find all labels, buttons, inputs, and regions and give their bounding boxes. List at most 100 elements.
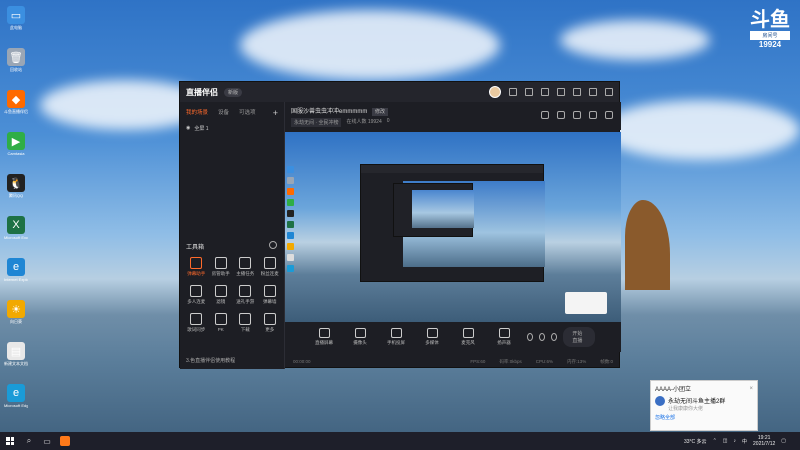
ignore-all-link[interactable]: 忽略全部 [651, 412, 757, 423]
live-settings-icon[interactable] [539, 333, 546, 341]
start-button[interactable] [0, 432, 20, 450]
nested-app-window [360, 164, 545, 282]
status-item: 码率:0kbps [499, 358, 522, 364]
screen-button[interactable]: 直播屏幕 [311, 328, 337, 346]
desktop-icon[interactable]: XMicrosoft Excel [4, 216, 28, 240]
chat-notification[interactable]: AAAA-小团立 × 永劫无间斗鱼主播2群 让我康康你大佬 忽略全部 [650, 380, 758, 431]
toolbox-item[interactable]: PK [209, 313, 234, 333]
watermark-room: 19924 [758, 40, 782, 49]
weather-label[interactable]: 33°C 多云 [684, 438, 707, 445]
desktop-icon[interactable]: ☀ 向日葵 [4, 300, 28, 325]
control-label: 直播屏幕 [315, 340, 333, 345]
task-view-icon[interactable]: ▭ [38, 432, 56, 450]
notification-close-icon[interactable]: × [749, 386, 753, 392]
toolbox-item[interactable]: 粉丝连麦 [258, 257, 283, 277]
status-item: 帧数:0 [600, 358, 613, 364]
toolbox-item[interactable]: 更多 [258, 313, 283, 333]
add-scene-button[interactable]: + [273, 108, 278, 118]
record-icon[interactable] [541, 111, 549, 119]
edit-title-button[interactable]: 修改 [372, 108, 389, 116]
tool-icon [239, 257, 252, 269]
speaker-icon [498, 328, 510, 338]
control-label: 手机投屏 [387, 340, 405, 345]
scene-item[interactable]: ◉ 全屏 1 [180, 121, 284, 136]
tutorial-notice[interactable]: 3.色直播伴侣使用教程 [186, 357, 235, 364]
tab-options[interactable]: 可选项 [239, 108, 256, 118]
desktop-icon[interactable]: ▤ 新建文本文档 [4, 342, 28, 367]
minimize-icon[interactable] [573, 88, 581, 96]
notification-center-icon[interactable]: ▢ [781, 438, 786, 444]
desktop-icon[interactable]: ▶ Camtasia [4, 132, 28, 156]
toolbox-help-icon[interactable] [269, 241, 277, 249]
ime-indicator[interactable]: 中 [742, 438, 747, 445]
desktop-icon[interactable]: 🐧 腾讯QQ [4, 174, 28, 199]
toolbox-item[interactable]: 主播任务 [233, 257, 258, 277]
streaming-app-window: 直播伴侣 新版 我的场景 设备 可选项 + ◉ 全屏 1 工具箱 弹幕助手 房管助… [179, 81, 621, 369]
volume-icon[interactable]: ♪ [734, 438, 737, 444]
preview-desktop-icons [285, 162, 297, 312]
close-icon[interactable] [605, 88, 613, 96]
toolbox-item[interactable]: 房管助手 [209, 257, 234, 277]
camera-button[interactable]: 摄像头 [347, 328, 373, 346]
speaker-button[interactable]: 扬声器 [491, 328, 517, 346]
record-toggle-icon[interactable] [527, 333, 534, 341]
version-badge[interactable]: 新版 [224, 87, 243, 97]
toolbox-item[interactable]: 歌词同步 [184, 313, 209, 333]
toolbox-item[interactable]: 弹幕助手 [184, 257, 209, 277]
desktop-icon[interactable]: ◆ 斗鱼直播伴侣 [4, 90, 28, 115]
search-icon[interactable]: ⌕ [20, 432, 38, 450]
tray-arrow-icon[interactable]: ⌃ [713, 438, 717, 444]
phone-cast-button[interactable]: 手机投屏 [383, 328, 409, 346]
desktop-icon[interactable]: eInternet Explorer [4, 258, 28, 282]
toolbox-item[interactable]: 弹幕墙 [258, 285, 283, 305]
notification-message: 永劫无间斗鱼主播2群 [668, 399, 726, 405]
microphone-button[interactable]: 麦克风 [455, 328, 481, 346]
tool-label: 房管助手 [211, 271, 230, 276]
user-avatar[interactable] [489, 86, 501, 98]
sunflower-icon: ☀ [7, 300, 25, 318]
tab-my-scenes[interactable]: 我的场景 [186, 108, 208, 118]
category-tag[interactable]: 永劫无间 · 全民冲榜 [291, 118, 342, 127]
toolbox-item[interactable]: 下载 [233, 313, 258, 333]
desktop-icon-label: 新建文本文档 [4, 361, 28, 366]
phone-cast-icon [390, 328, 402, 338]
tab-devices[interactable]: 设备 [218, 108, 229, 118]
bell-icon[interactable] [589, 111, 597, 119]
share-icon[interactable] [605, 111, 613, 119]
network-icon[interactable]: ◫ [723, 438, 728, 444]
app-brand: 直播伴侣 [186, 87, 218, 97]
cloud [240, 10, 500, 80]
start-live-button[interactable]: 开始直播 [563, 327, 596, 347]
taskbar-douyu-app[interactable] [56, 432, 74, 450]
desktop-icon[interactable]: eMicrosoft Edge [4, 384, 28, 408]
skin-icon[interactable] [525, 88, 533, 96]
desktop-icon-label: 向日葵 [10, 319, 22, 324]
desktop-icon-label: 斗鱼直播伴侣 [4, 109, 28, 114]
stream-preview[interactable] [285, 132, 621, 322]
tool-label: 滤镜 [216, 299, 226, 304]
toolbox-item[interactable]: 滤镜 [209, 285, 234, 305]
desktop-icon-label: Microsoft Edge [4, 403, 28, 408]
douyu-icon: ◆ [7, 90, 25, 108]
toolbox-item[interactable]: 多人连麦 [184, 285, 209, 305]
message-icon[interactable] [509, 88, 517, 96]
taskbar: ⌕ ▭ 33°C 多云 ⌃ ◫ ♪ 中 19:21 2021/7/12 ▢ [0, 432, 800, 450]
desktop-icon-label: Camtasia [7, 151, 25, 156]
desktop-icon[interactable]: 🗑 回收站 [4, 48, 28, 73]
status-item: CPU:6% [535, 359, 553, 364]
notification-sub: 让我康康你大佬 [668, 406, 704, 412]
display-icon[interactable] [557, 111, 565, 119]
maximize-icon[interactable] [589, 88, 597, 96]
eye-icon[interactable]: ◉ [186, 125, 190, 132]
desktop-icon[interactable]: ▭ 此电脑 [4, 6, 28, 31]
settings-icon[interactable] [557, 88, 565, 96]
desktop-icon-label: 此电脑 [10, 25, 22, 30]
gift-icon[interactable] [541, 88, 549, 96]
gear-icon[interactable] [551, 333, 558, 341]
tool-label: 主播任务 [236, 271, 255, 276]
clock[interactable]: 19:21 2021/7/12 [753, 435, 775, 447]
toolbox-item[interactable]: 送礼手游 [233, 285, 258, 305]
badge-icon[interactable] [573, 111, 581, 119]
status-item: 内存:13% [566, 358, 587, 364]
media-button[interactable]: 多媒体 [419, 328, 445, 346]
